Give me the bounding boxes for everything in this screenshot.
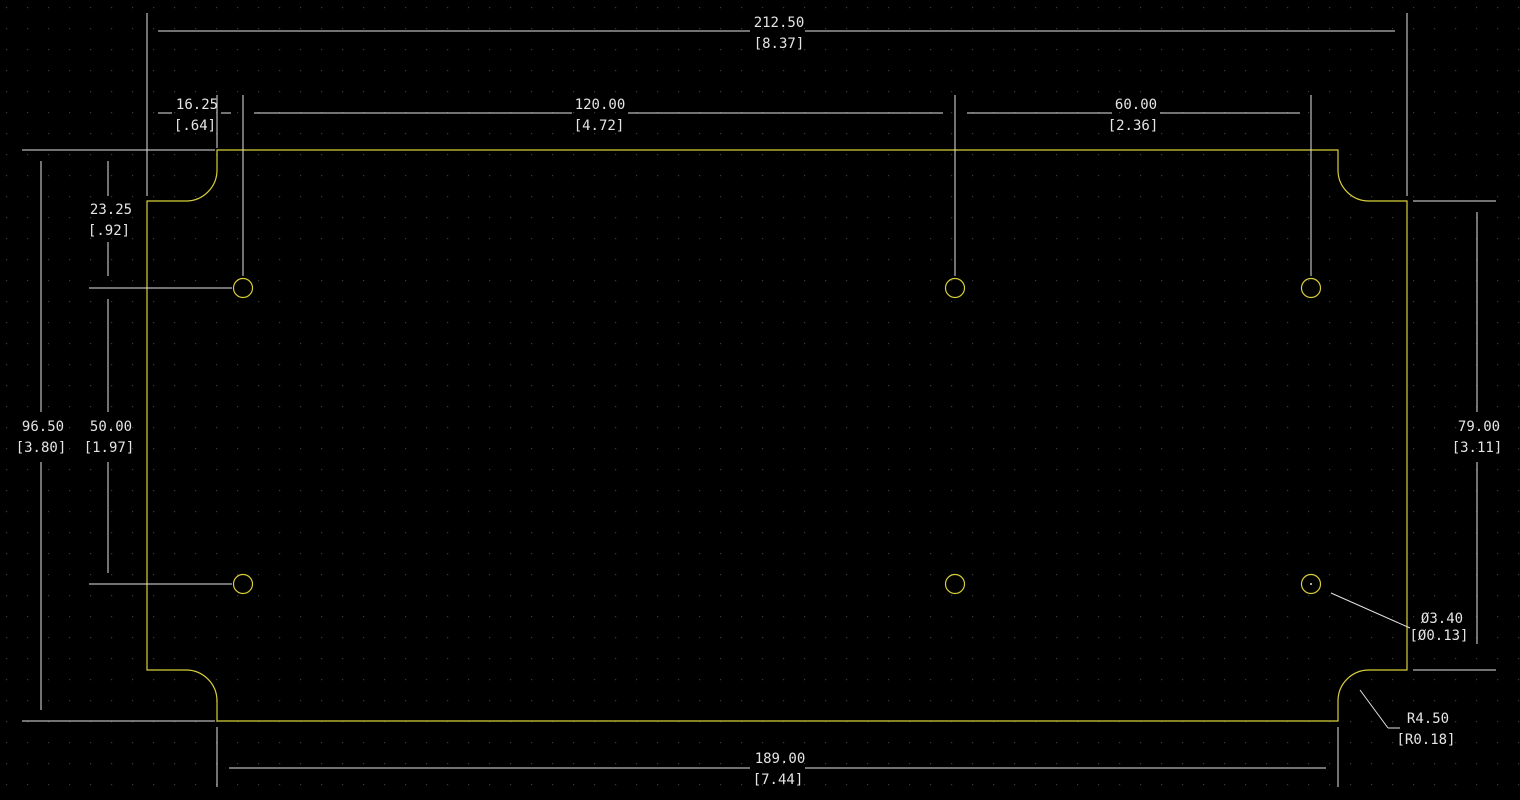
dim-corner-radius-mm: R4.50	[1407, 711, 1449, 727]
grid-background	[0, 0, 1520, 800]
hole-center-mark	[1310, 583, 1312, 585]
dim-hole-span-left-in: [4.72]	[574, 118, 625, 134]
dim-overall-height-in: [3.80]	[16, 440, 67, 456]
dim-hole-diameter-in: [Ø0.13]	[1409, 628, 1468, 644]
dim-top-to-hole-in: [.92]	[88, 223, 130, 239]
dim-flange-offset-mm: 16.25	[176, 97, 218, 113]
dim-inner-width-in: [7.44]	[753, 772, 804, 788]
dim-inner-width-mm: 189.00	[755, 751, 806, 767]
dim-overall-height-mm: 96.50	[22, 419, 64, 435]
dim-flange-offset-in: [.64]	[174, 118, 216, 134]
dim-hole-span-left-mm: 120.00	[575, 97, 626, 113]
dim-overall-width-in: [8.37]	[754, 36, 805, 52]
dim-hole-vertical-span-in: [1.97]	[84, 440, 135, 456]
dim-overall-width-mm: 212.50	[754, 15, 805, 31]
dim-hole-span-right-in: [2.36]	[1108, 118, 1159, 134]
dim-flange-height-in: [3.11]	[1452, 440, 1503, 456]
dim-hole-vertical-span-mm: 50.00	[90, 419, 132, 435]
drawing-canvas: 212.50 [8.37] 16.25 [.64] 120.00 [4.72] …	[0, 0, 1520, 800]
dim-hole-span-right-mm: 60.00	[1115, 97, 1157, 113]
dim-flange-height-mm: 79.00	[1458, 419, 1500, 435]
dim-hole-diameter-mm: Ø3.40	[1421, 611, 1463, 627]
dim-corner-radius-in: [R0.18]	[1396, 732, 1455, 748]
dim-top-to-hole-mm: 23.25	[90, 202, 132, 218]
